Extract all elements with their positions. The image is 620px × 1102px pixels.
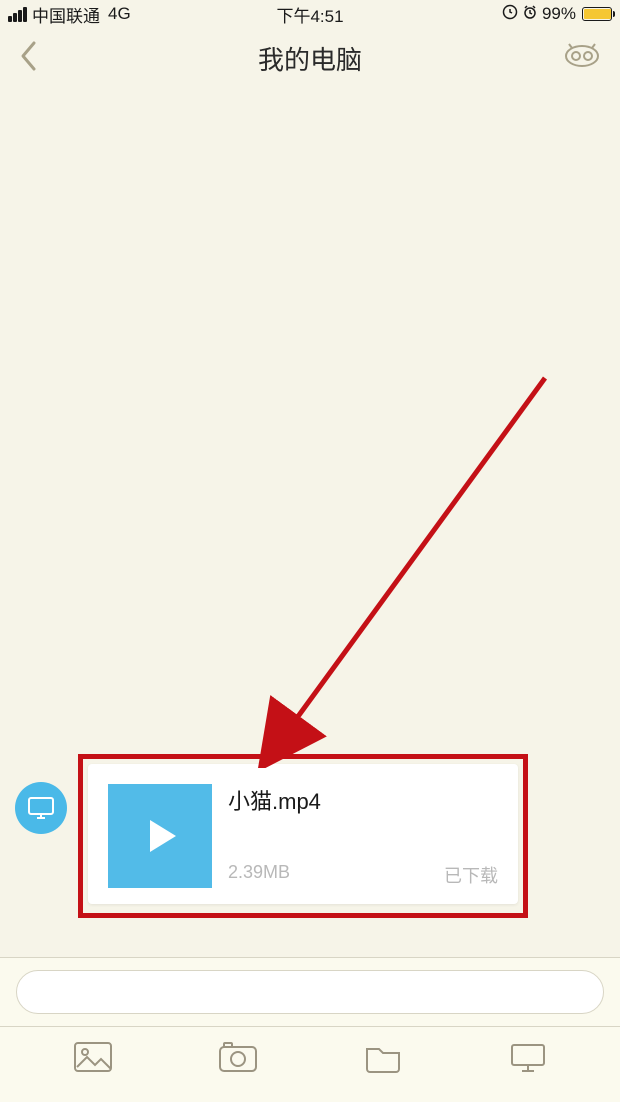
carrier-label: 中国联通 xyxy=(32,2,100,27)
video-thumbnail xyxy=(108,784,212,888)
image-icon xyxy=(73,1041,113,1073)
play-icon xyxy=(138,814,182,858)
folder-icon xyxy=(363,1041,403,1073)
computer-monitor-icon xyxy=(27,796,55,820)
computer-icon xyxy=(508,1041,548,1073)
status-bar: 中国联通 4G 下午4:51 99% xyxy=(0,0,620,28)
battery-pct: 99% xyxy=(542,4,576,24)
computer-button[interactable] xyxy=(508,1041,548,1078)
status-left: 中国联通 4G xyxy=(8,2,131,27)
camera-icon xyxy=(218,1041,258,1073)
menu-button[interactable] xyxy=(562,41,602,76)
file-name: 小猫.mp4 xyxy=(228,784,498,816)
back-button[interactable] xyxy=(18,39,40,78)
page-title: 我的电脑 xyxy=(258,40,362,77)
signal-icon xyxy=(8,7,27,22)
file-message-card[interactable]: 小猫.mp4 2.39MB 已下载 xyxy=(88,764,518,904)
download-status: 已下载 xyxy=(444,862,498,888)
status-right: 99% xyxy=(502,4,612,25)
message-input-bar xyxy=(0,957,620,1027)
network-label: 4G xyxy=(108,4,131,24)
nav-bar: 我的电脑 xyxy=(0,28,620,88)
camera-button[interactable] xyxy=(218,1041,258,1078)
alarm-icon xyxy=(522,4,538,25)
message-text-input[interactable] xyxy=(16,970,604,1014)
file-info: 小猫.mp4 2.39MB 已下载 xyxy=(228,784,498,888)
chat-content: 小猫.mp4 2.39MB 已下载 xyxy=(0,88,620,957)
battery-icon xyxy=(582,7,612,21)
file-size: 2.39MB xyxy=(228,862,290,888)
bottom-toolbar xyxy=(0,1027,620,1102)
lock-rotation-icon xyxy=(502,4,518,25)
image-picker-button[interactable] xyxy=(73,1041,113,1078)
annotation-arrow xyxy=(245,368,565,768)
folder-button[interactable] xyxy=(363,1041,403,1078)
sender-avatar[interactable] xyxy=(15,782,67,834)
clock: 下午4:51 xyxy=(276,2,343,27)
